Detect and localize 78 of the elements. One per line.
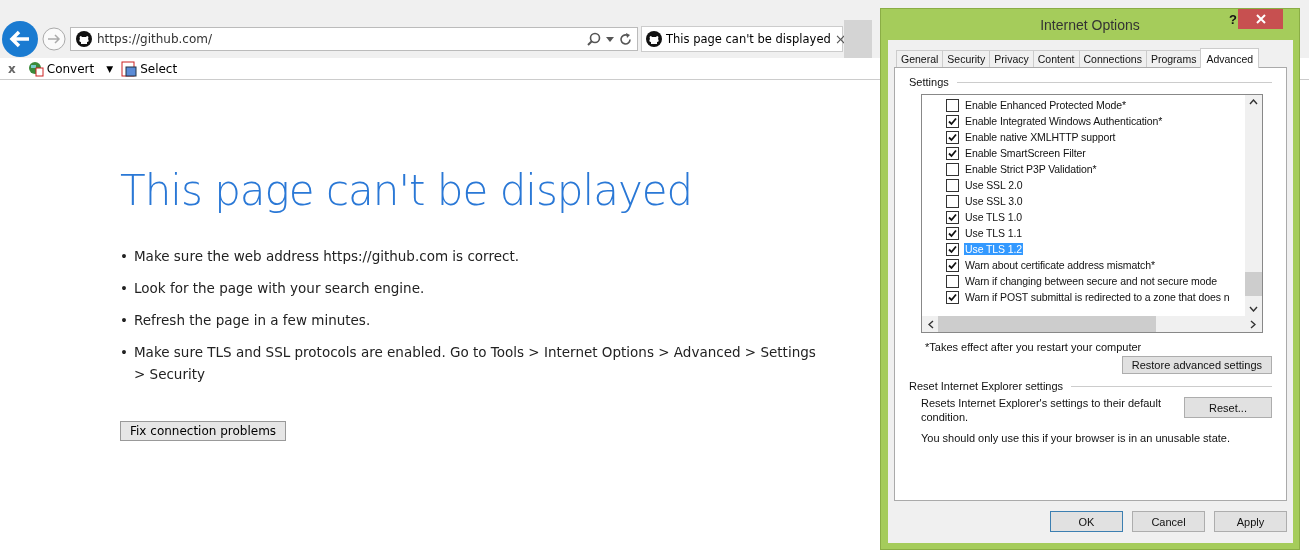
setting-label[interactable]: Enable native XMLHTTP support [964,131,1117,143]
setting-label[interactable]: Use SSL 3.0 [964,195,1024,207]
setting-label[interactable]: Warn if POST submittal is redirected to a zone that does n [964,291,1231,303]
checkbox[interactable] [946,226,959,240]
bullet-dot: • [120,279,128,298]
checkbox[interactable] [946,178,959,192]
horizontal-scrollbar[interactable] [922,316,1262,332]
select-button[interactable]: Select [121,60,178,77]
browser-tab[interactable]: This page can't be displayed × [641,26,843,52]
scroll-thumb[interactable] [1245,272,1262,296]
reset-warning: You should only use this if your browser is in an unusable state. [921,432,1231,444]
setting-label[interactable]: Use SSL 2.0 [964,179,1024,191]
caret-icon[interactable]: ▼ [106,63,114,74]
setting-label[interactable]: Use TLS 1.0 [964,211,1024,223]
url-text: https://github.com/ [97,32,212,46]
suggestion-text: Refresh the page in a few minutes. [133,311,371,330]
globe-document-icon[interactable] [27,60,44,77]
suggestion-text: Make sure the web address https://github.com is correct. [133,247,519,266]
checkbox[interactable] [946,114,959,128]
dialog-button[interactable]: Cancel [1132,511,1205,532]
back-icon[interactable] [2,21,38,57]
scroll-right-icon[interactable] [1250,319,1256,329]
setting-label[interactable]: Enable Enhanced Protected Mode* [964,99,1127,111]
checkbox[interactable] [946,242,959,256]
bullet-dot: • [120,343,128,362]
restore-button[interactable]: Restore advanced settings [1121,356,1272,374]
suggestion-text: Make sure TLS and SSL protocols are enabled. Go to Tools > Internet Options > Advanced > Settings > Security [133,343,817,384]
error-heading: This page can't be displayed [120,166,693,215]
dialog-tab[interactable]: Privacy [989,50,1034,67]
scroll-down-icon[interactable] [1249,306,1258,312]
search-icon[interactable] [587,32,601,46]
dialog-button[interactable]: Apply [1214,511,1287,532]
dialog-title: Internet Options [1040,16,1140,33]
checkbox[interactable] [946,210,959,224]
scroll-up-icon[interactable] [1249,99,1258,105]
refresh-icon[interactable] [619,32,632,46]
document-select-icon[interactable] [121,60,138,77]
checkbox[interactable] [946,98,959,112]
close-toolbar-button[interactable]: x [8,61,16,76]
setting-label[interactable]: Warn if changing between secure and not secure mode [964,275,1218,287]
tab-title: This page can't be displayed [666,32,831,46]
close-button[interactable] [1238,9,1283,29]
checkbox[interactable] [946,290,959,304]
suggestion-text: Look for the page with your search engine. [133,279,425,298]
dialog-tab[interactable]: Advanced [1200,48,1260,68]
checkbox[interactable] [946,130,959,144]
bullet-dot: • [120,247,128,266]
dialog-button[interactable]: OK [1050,511,1123,532]
reset-description: Resets Internet Explorer's settings to their default condition. [921,396,1162,424]
vertical-scrollbar[interactable] [1245,95,1262,316]
github-icon[interactable] [76,31,92,47]
dialog-tab[interactable]: Programs [1145,50,1202,67]
scroll-thumb[interactable] [938,316,1156,332]
bullet-dot: • [120,311,128,330]
fix-connection-button[interactable]: Fix connection problems [120,421,287,441]
checkbox[interactable] [946,258,959,272]
checkbox[interactable] [946,194,959,208]
dialog-tab[interactable]: General [896,50,944,67]
help-button[interactable]: ? [1229,12,1237,27]
github-icon[interactable] [646,31,662,47]
address-bar[interactable]: https://github.com/ [70,27,638,51]
convert-button[interactable]: Convert [27,60,95,77]
scroll-left-icon[interactable] [928,319,934,329]
dialog-tab[interactable]: Security [942,50,991,67]
footnote: *Takes effect after you restart your computer [925,341,1143,353]
reset-button[interactable]: Reset... [1184,397,1272,418]
setting-label[interactable]: Use TLS 1.1 [964,227,1024,239]
setting-label[interactable]: Enable Integrated Windows Authentication* [964,115,1164,127]
checkbox[interactable] [946,146,959,160]
checkbox[interactable] [946,162,959,176]
checkbox[interactable] [946,274,959,288]
caret-icon[interactable] [606,36,614,42]
setting-label[interactable]: Enable Strict P3P Validation* [964,163,1098,175]
group-label: Settings [909,76,949,88]
group-label: Reset Internet Explorer settings [909,380,1064,392]
setting-label[interactable]: Warn about certificate address mismatch* [964,259,1156,271]
setting-label[interactable]: Enable SmartScreen Filter [964,147,1087,159]
close-icon[interactable] [1255,14,1266,24]
